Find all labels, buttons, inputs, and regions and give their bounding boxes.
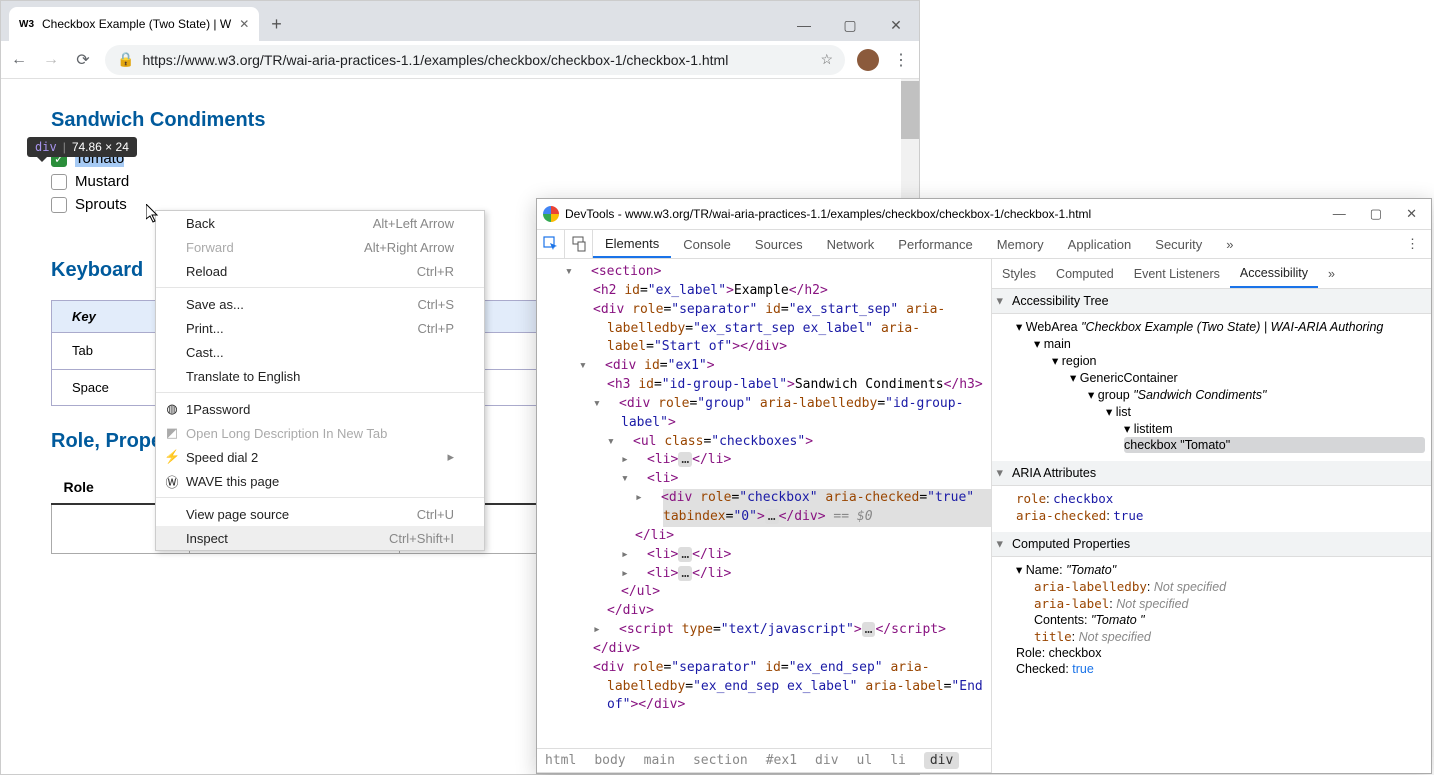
close-window-button[interactable]: ✕ <box>873 9 919 41</box>
lock-icon: 🔒 <box>117 51 134 68</box>
checkbox-item[interactable]: ✓Tomato <box>51 150 869 167</box>
side-tab[interactable]: Computed <box>1046 259 1124 288</box>
breadcrumb-item[interactable]: li <box>890 753 906 768</box>
side-tab[interactable]: Accessibility <box>1230 259 1318 288</box>
elements-panel[interactable]: ▾<section> <h2 id="ex_label">Example</h2… <box>537 259 991 773</box>
back-button[interactable]: ← <box>9 51 29 69</box>
profile-avatar[interactable] <box>857 49 879 71</box>
context-menu-item[interactable]: Save as...Ctrl+S <box>156 292 484 316</box>
breadcrumb-item[interactable]: main <box>644 753 675 768</box>
menu-item-icon: ⚡ <box>164 449 180 465</box>
devtools-tab[interactable]: Network <box>815 230 887 258</box>
devtools-tab[interactable]: Application <box>1056 230 1144 258</box>
close-button[interactable]: ✕ <box>1406 206 1417 222</box>
tab-title: Checkbox Example (Two State) | W <box>42 17 231 31</box>
devtools-title-text: DevTools - www.w3.org/TR/wai-aria-practi… <box>565 207 1091 221</box>
browser-toolbar: ← → ⟳ 🔒 https://www.w3.org/TR/wai-aria-p… <box>1 41 919 79</box>
minimize-button[interactable]: — <box>1333 206 1346 222</box>
context-menu-item[interactable]: InspectCtrl+Shift+I <box>156 526 484 550</box>
close-tab-icon[interactable]: ✕ <box>239 17 249 31</box>
a11y-tree-node[interactable]: ▾ list <box>1106 403 1425 420</box>
kebab-menu-icon[interactable]: ⋮ <box>891 50 911 70</box>
context-menu: BackAlt+Left ArrowForwardAlt+Right Arrow… <box>155 210 485 551</box>
checkbox-icon <box>51 174 67 190</box>
maximize-button[interactable]: ▢ <box>827 9 873 41</box>
breadcrumb-item[interactable]: div <box>815 753 838 768</box>
a11y-tree-header[interactable]: Accessibility Tree <box>992 289 1431 314</box>
context-menu-item[interactable]: Cast... <box>156 340 484 364</box>
a11y-tree-node[interactable]: ▾ GenericContainer <box>1070 369 1425 386</box>
menu-item-icon: Ⓦ <box>164 472 180 491</box>
side-tab[interactable]: Event Listeners <box>1124 259 1230 288</box>
url-text: https://www.w3.org/TR/wai-aria-practices… <box>142 52 728 68</box>
a11y-tree-node[interactable]: ▾ region <box>1052 352 1425 369</box>
context-menu-item: ◩Open Long Description In New Tab <box>156 421 484 445</box>
device-toggle-icon[interactable] <box>565 230 593 258</box>
favicon: W3 <box>19 19 34 30</box>
new-tab-button[interactable]: + <box>259 8 294 41</box>
devtools-tab[interactable]: Sources <box>743 230 815 258</box>
devtools-side-panel: StylesComputedEvent ListenersAccessibili… <box>991 259 1431 773</box>
devtools-menu-icon[interactable]: ⋮ <box>1394 230 1431 258</box>
a11y-selected-node[interactable]: checkbox "Tomato" <box>1124 437 1425 453</box>
chrome-logo-icon <box>543 206 559 222</box>
aria-attributes-header[interactable]: ARIA Attributes <box>992 461 1431 486</box>
breadcrumb-item[interactable]: div <box>924 752 959 769</box>
devtools-window: DevTools - www.w3.org/TR/wai-aria-practi… <box>536 198 1432 774</box>
breadcrumb-item[interactable]: body <box>594 753 625 768</box>
breadcrumb-item[interactable]: ul <box>857 753 873 768</box>
url-bar[interactable]: 🔒 https://www.w3.org/TR/wai-aria-practic… <box>105 45 845 75</box>
checkbox-icon <box>51 197 67 213</box>
star-icon[interactable]: ☆ <box>820 51 833 68</box>
inspect-element-icon[interactable] <box>537 230 565 258</box>
page-heading: Sandwich Condiments <box>51 109 869 132</box>
more-tabs-icon[interactable]: » <box>1214 230 1245 258</box>
a11y-tree-node[interactable]: ▾ listitem <box>1124 420 1425 437</box>
checkbox-label: Sprouts <box>75 196 127 213</box>
breadcrumb-item[interactable]: html <box>545 753 576 768</box>
checkbox-item[interactable]: Mustard <box>51 173 869 190</box>
menu-item-icon: ◍ <box>164 401 180 417</box>
devtools-tab[interactable]: Elements <box>593 230 671 258</box>
inspector-tooltip: div | 74.86 × 24 <box>27 137 137 157</box>
breadcrumb-item[interactable]: section <box>693 753 748 768</box>
a11y-tree: ▾ WebArea "Checkbox Example (Two State) … <box>992 314 1431 461</box>
devtools-titlebar: DevTools - www.w3.org/TR/wai-aria-practi… <box>537 199 1431 229</box>
reload-button[interactable]: ⟳ <box>73 50 93 70</box>
context-menu-item[interactable]: ⚡Speed dial 2▸ <box>156 445 484 469</box>
computed-properties-header[interactable]: Computed Properties <box>992 532 1431 557</box>
devtools-tabbar: ElementsConsoleSourcesNetworkPerformance… <box>537 229 1431 259</box>
devtools-tab[interactable]: Console <box>671 230 743 258</box>
more-side-tabs-icon[interactable]: » <box>1318 259 1345 288</box>
context-menu-item[interactable]: ◍1Password <box>156 397 484 421</box>
a11y-tree-node[interactable]: ▾ group "Sandwich Condiments" <box>1088 386 1425 403</box>
breadcrumb[interactable]: html body main section #ex1 div ul li div <box>537 748 991 772</box>
breadcrumb-item[interactable]: #ex1 <box>766 753 797 768</box>
context-menu-item[interactable]: View page sourceCtrl+U <box>156 502 484 526</box>
side-tab[interactable]: Styles <box>992 259 1046 288</box>
devtools-tab[interactable]: Performance <box>886 230 984 258</box>
devtools-tab[interactable]: Memory <box>985 230 1056 258</box>
minimize-button[interactable]: — <box>781 9 827 41</box>
a11y-tree-node[interactable]: ▾ main <box>1034 335 1425 352</box>
context-menu-item[interactable]: Translate to English <box>156 364 484 388</box>
context-menu-item[interactable]: BackAlt+Left Arrow <box>156 211 484 235</box>
context-menu-item[interactable]: Print...Ctrl+P <box>156 316 484 340</box>
browser-titlebar: W3 Checkbox Example (Two State) | W ✕ + … <box>1 1 919 41</box>
context-menu-item[interactable]: ⓌWAVE this page <box>156 469 484 493</box>
forward-button[interactable]: → <box>41 51 61 69</box>
context-menu-item[interactable]: ReloadCtrl+R <box>156 259 484 283</box>
context-menu-item: ForwardAlt+Right Arrow <box>156 235 484 259</box>
menu-item-icon: ◩ <box>164 425 180 441</box>
checkbox-label: Mustard <box>75 173 129 190</box>
browser-tab[interactable]: W3 Checkbox Example (Two State) | W ✕ <box>9 7 259 41</box>
maximize-button[interactable]: ▢ <box>1370 206 1382 222</box>
devtools-tab[interactable]: Security <box>1143 230 1214 258</box>
